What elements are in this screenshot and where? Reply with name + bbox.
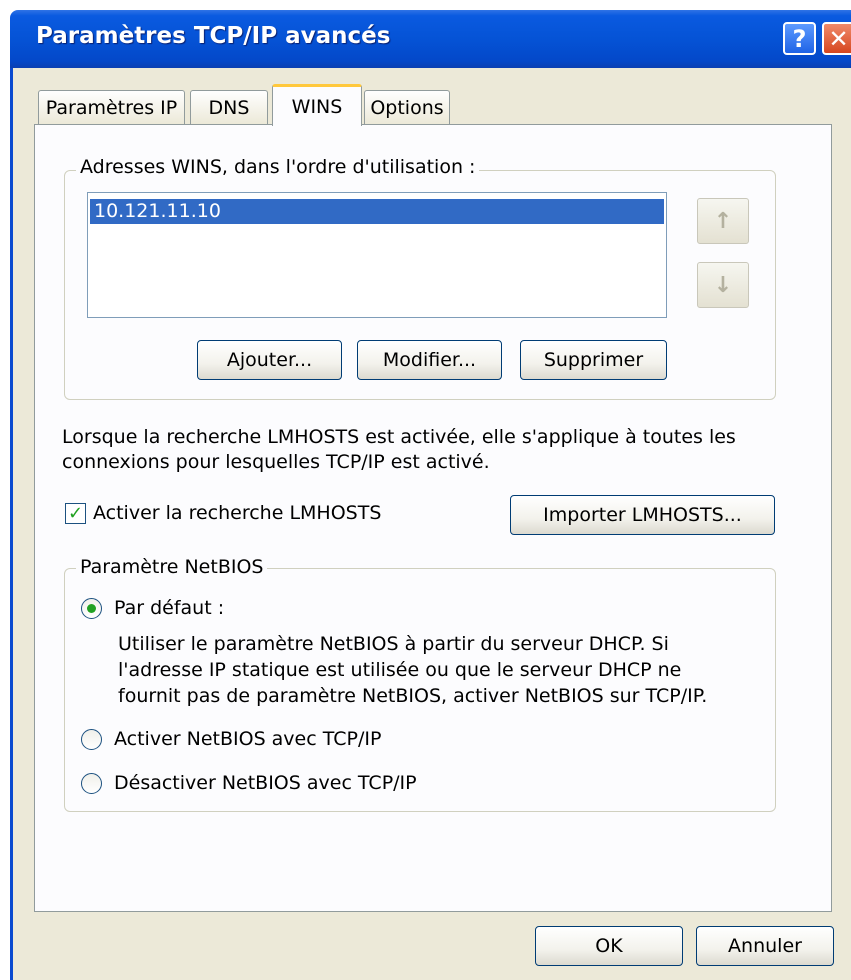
import-lmhosts-button[interactable]: Importer LMHOSTS... <box>510 495 775 535</box>
delete-button[interactable]: Supprimer <box>520 340 667 380</box>
arrow-up-icon: ↑ <box>713 208 733 234</box>
radio-disable-netbios[interactable] <box>81 773 102 794</box>
tab-options[interactable]: Options <box>364 90 450 124</box>
tab-parametres-ip[interactable]: Paramètres IP <box>38 90 185 124</box>
close-button[interactable]: ✕ <box>822 22 851 55</box>
help-icon: ? <box>792 24 807 53</box>
add-button[interactable]: Ajouter... <box>197 340 342 380</box>
background-strip <box>0 0 10 980</box>
tab-label: DNS <box>208 96 250 119</box>
radio-enable-netbios[interactable] <box>81 729 102 750</box>
lmhosts-checkbox-label[interactable]: Activer la recherche LMHOSTS <box>93 502 381 524</box>
tab-label: WINS <box>291 95 343 118</box>
radio-default[interactable] <box>81 598 102 619</box>
move-down-button[interactable]: ↓ <box>697 262 749 308</box>
arrow-down-icon: ↓ <box>713 272 733 298</box>
radio-selected-dot <box>87 604 96 613</box>
tab-wins[interactable]: WINS <box>272 84 362 126</box>
list-item[interactable]: 10.121.11.10 <box>90 199 664 224</box>
window-title: Paramètres TCP/IP avancés <box>36 23 391 49</box>
ok-button[interactable]: OK <box>535 926 683 966</box>
lmhosts-description-line2: connexions pour lesquelles TCP/IP est ac… <box>62 451 490 473</box>
checkmark-icon: ✓ <box>67 502 84 524</box>
wins-address-list[interactable]: 10.121.11.10 <box>87 192 667 318</box>
default-description-line1: Utiliser le paramètre NetBIOS à partir d… <box>118 633 669 655</box>
close-icon: ✕ <box>828 24 849 53</box>
tab-label: Paramètres IP <box>45 96 178 119</box>
wins-group-label: Adresses WINS, dans l'ordre d'utilisatio… <box>76 156 480 178</box>
radio-disable-netbios-label[interactable]: Désactiver NetBIOS avec TCP/IP <box>114 772 417 794</box>
move-up-button[interactable]: ↑ <box>697 198 749 244</box>
tab-label: Options <box>370 96 444 119</box>
netbios-group-label: Paramètre NetBIOS <box>76 556 268 578</box>
lmhosts-checkbox[interactable]: ✓ <box>65 503 86 524</box>
help-button[interactable]: ? <box>783 22 816 55</box>
radio-default-label[interactable]: Par défaut : <box>114 597 224 619</box>
cancel-button[interactable]: Annuler <box>696 926 834 966</box>
default-description-line2: l'adresse IP statique est utilisée ou qu… <box>118 659 682 681</box>
lmhosts-description-line1: Lorsque la recherche LMHOSTS est activée… <box>62 426 736 448</box>
edit-button[interactable]: Modifier... <box>357 340 502 380</box>
default-description-line3: fournit pas de paramètre NetBIOS, active… <box>118 685 708 707</box>
title-bar: Paramètres TCP/IP avancés ? ✕ <box>10 10 851 68</box>
tab-dns[interactable]: DNS <box>190 90 268 124</box>
radio-enable-netbios-label[interactable]: Activer NetBIOS avec TCP/IP <box>114 728 381 750</box>
